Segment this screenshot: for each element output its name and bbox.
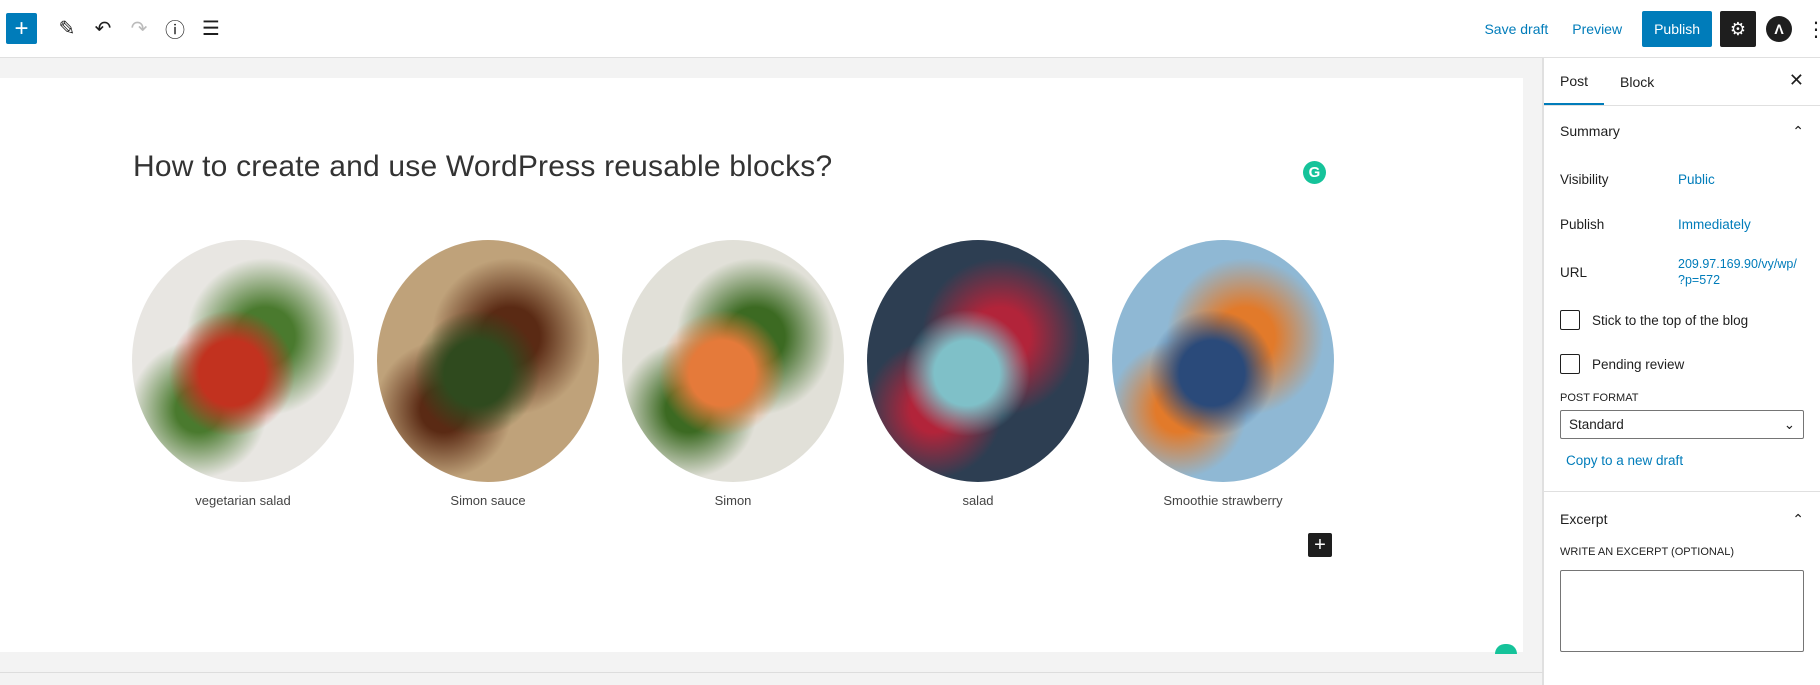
gallery-caption[interactable]: Simon — [715, 493, 752, 508]
summary-panel-toggle[interactable]: Summary ⌃ — [1544, 106, 1820, 156]
tab-post[interactable]: Post — [1544, 58, 1605, 105]
gallery-item[interactable]: salad — [867, 240, 1089, 508]
gallery-caption[interactable]: vegetarian salad — [195, 493, 290, 508]
tab-block[interactable]: Block — [1604, 58, 1670, 105]
publish-date-value[interactable]: Immediately — [1678, 217, 1751, 232]
close-icon[interactable]: ✕ — [1789, 70, 1804, 91]
gallery-item[interactable]: vegetarian salad — [132, 240, 354, 508]
copy-to-draft-link[interactable]: Copy to a new draft — [1566, 453, 1683, 468]
gallery-caption[interactable]: salad — [962, 493, 993, 508]
post-format-label: POST FORMAT — [1560, 392, 1639, 404]
divider — [0, 672, 1543, 673]
gallery-item[interactable]: Simon sauce — [377, 240, 599, 508]
list-view-icon[interactable]: ☰ — [193, 11, 229, 47]
publish-button[interactable]: Publish — [1642, 11, 1712, 47]
gallery-caption[interactable]: Smoothie strawberry — [1163, 493, 1282, 508]
chevron-up-icon: ⌃ — [1792, 510, 1804, 527]
url-line-1: 209.97.169.90/vy/wp/ — [1678, 257, 1797, 271]
excerpt-title: Excerpt — [1560, 511, 1608, 527]
top-toolbar: + ✎ ↶ ↷ ⓘ ☰ Save draft Preview Publish ⚙… — [0, 0, 1820, 58]
gallery-item[interactable]: Smoothie strawberry — [1112, 240, 1334, 508]
gallery-image[interactable] — [622, 240, 844, 482]
url-value[interactable]: 209.97.169.90/vy/wp/ ?p=572 — [1678, 256, 1797, 288]
excerpt-label: WRITE AN EXCERPT (OPTIONAL) — [1560, 546, 1734, 558]
pencil-icon[interactable]: ✎ — [49, 11, 85, 47]
block-inserter-button[interactable]: + — [6, 13, 37, 44]
url-line-2: ?p=572 — [1678, 273, 1721, 287]
visibility-value[interactable]: Public — [1678, 172, 1715, 187]
chevron-down-icon: ⌄ — [1783, 416, 1795, 432]
stick-label: Stick to the top of the blog — [1592, 312, 1749, 328]
chevron-up-icon: ⌃ — [1792, 122, 1804, 139]
more-options-icon[interactable]: ⋮ — [1806, 17, 1820, 42]
save-draft-button[interactable]: Save draft — [1472, 21, 1560, 37]
post-format-select[interactable]: Standard ⌄ — [1560, 410, 1804, 439]
publish-label: Publish — [1560, 216, 1605, 232]
gallery-block[interactable]: vegetarian salad Simon sauce Simon salad Smo… — [132, 240, 1334, 508]
visibility-label: Visibility — [1560, 171, 1609, 187]
grammarly-icon[interactable]: G — [1303, 161, 1326, 184]
summary-title: Summary — [1560, 123, 1620, 139]
gallery-caption[interactable]: Simon sauce — [450, 493, 525, 508]
redo-icon[interactable]: ↷ — [121, 11, 157, 47]
excerpt-panel-toggle[interactable]: Excerpt ⌃ — [1544, 492, 1820, 546]
settings-sidebar: Post Block ✕ Summary ⌃ Visibility Public P… — [1543, 58, 1820, 685]
gallery-image[interactable] — [1112, 240, 1334, 482]
url-label: URL — [1560, 264, 1588, 280]
stick-to-top-checkbox[interactable] — [1560, 310, 1580, 330]
preview-button[interactable]: Preview — [1560, 21, 1634, 37]
excerpt-textarea[interactable] — [1560, 570, 1804, 652]
info-icon[interactable]: ⓘ — [157, 11, 193, 47]
post-title[interactable]: How to create and use WordPress reusable… — [133, 150, 832, 184]
gallery-image[interactable] — [867, 240, 1089, 482]
gallery-image[interactable] — [132, 240, 354, 482]
post-format-value: Standard — [1569, 417, 1624, 432]
avatar[interactable]: Λ — [1766, 16, 1792, 42]
pending-review-checkbox[interactable] — [1560, 354, 1580, 374]
gallery-image[interactable] — [377, 240, 599, 482]
undo-icon[interactable]: ↶ — [85, 11, 121, 47]
gear-icon[interactable]: ⚙ — [1720, 11, 1756, 47]
pending-label: Pending review — [1592, 356, 1685, 372]
add-block-button[interactable]: + — [1308, 533, 1332, 557]
gallery-item[interactable]: Simon — [622, 240, 844, 508]
